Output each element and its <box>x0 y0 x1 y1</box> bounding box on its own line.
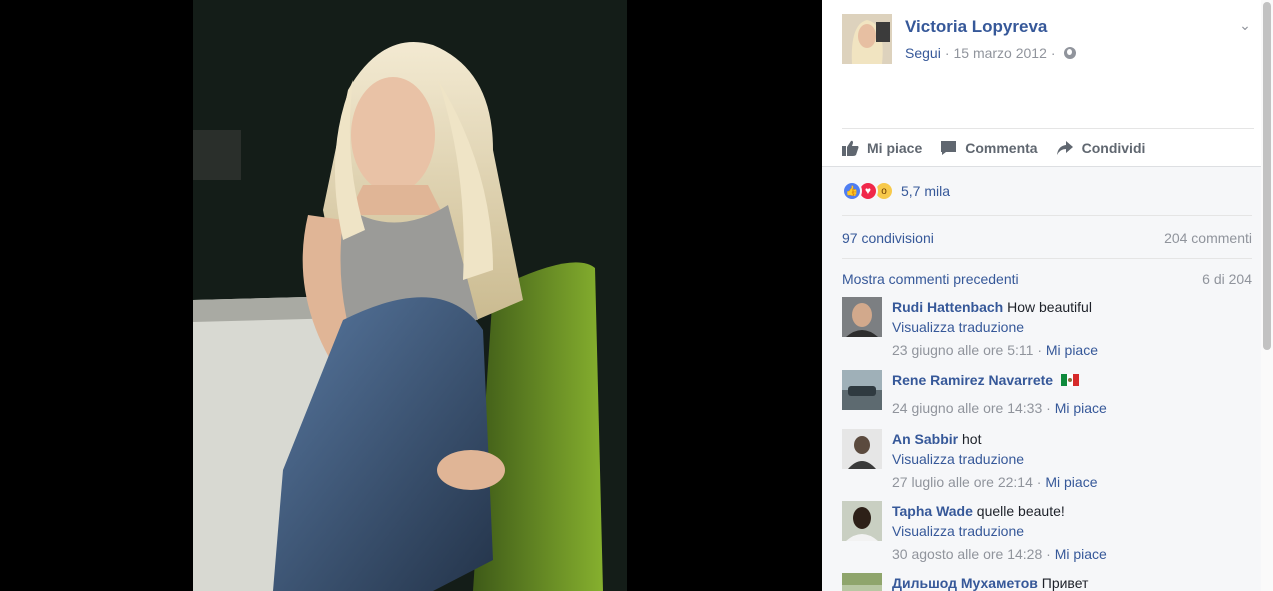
like-reaction-icon: 👍 <box>842 181 862 201</box>
comment-text: Привет <box>1041 575 1089 591</box>
thumbs-up-icon <box>842 140 859 156</box>
photo-viewer[interactable] <box>0 0 822 591</box>
comment-meta: 30 agosto alle ore 14:28 · Mi piace <box>892 544 1252 564</box>
reactions-summary[interactable]: 👍 ♥ o 5,7 mila <box>842 180 950 202</box>
share-label: Condividi <box>1081 140 1146 156</box>
commenter-avatar[interactable] <box>842 370 882 410</box>
divider <box>842 258 1252 259</box>
previous-comments-row: Mostra commenti precedenti 6 di 204 <box>842 271 1252 287</box>
meta-separator: · <box>1050 45 1056 61</box>
comments-pager: 6 di 204 <box>1202 271 1252 287</box>
scrollbar-thumb[interactable] <box>1263 2 1271 350</box>
post-meta: Segui · 15 marzo 2012 · <box>905 45 1076 61</box>
comment-label: Commenta <box>965 140 1038 156</box>
show-previous-comments-link[interactable]: Mostra commenti precedenti <box>842 271 1019 287</box>
avatar-picture <box>842 429 882 469</box>
like-label: Mi piace <box>867 140 923 156</box>
see-translation-link[interactable]: Visualizza traduzione <box>892 449 1252 469</box>
comment-text: How beautiful <box>1007 299 1092 315</box>
see-translation-link[interactable]: Visualizza traduzione <box>892 317 1252 337</box>
commenter-avatar[interactable] <box>842 573 882 591</box>
comment-icon <box>941 141 957 155</box>
commenter-name[interactable]: Tapha Wade <box>892 503 973 519</box>
comment-like-link[interactable]: Mi piace <box>1045 474 1097 490</box>
post-photo[interactable] <box>193 0 627 591</box>
share-button[interactable]: Condividi <box>1056 140 1146 156</box>
like-button[interactable]: Mi piace <box>842 140 922 156</box>
engagement-area: 👍 ♥ o 5,7 mila 97 condivisioni 204 comme… <box>822 166 1261 591</box>
post-stats: 97 condivisioni 204 commenti <box>842 230 1252 246</box>
commenter-name[interactable]: An Sabbir <box>892 431 958 447</box>
post-header: Victoria Lopyreva Segui · 15 marzo 2012 … <box>842 14 1254 66</box>
avatar-picture <box>842 370 882 410</box>
comment-meta: 27 luglio alle ore 22:14 · Mi piace <box>892 472 1252 492</box>
mexico-flag-icon <box>1060 374 1079 386</box>
divider <box>842 128 1254 129</box>
commenter-avatar[interactable] <box>842 297 882 337</box>
comment-time[interactable]: 30 agosto alle ore 14:28 <box>892 546 1042 562</box>
comment-like-link[interactable]: Mi piace <box>1046 342 1098 358</box>
commenter-name[interactable]: Дильшод Мухаметов <box>892 575 1038 591</box>
avatar-picture <box>842 297 882 337</box>
see-translation-link[interactable]: Visualizza traduzione <box>892 521 1252 541</box>
comment-time[interactable]: 23 giugno alle ore 5:11 <box>892 342 1033 358</box>
commenter-name[interactable]: Rudi Hattenbach <box>892 299 1003 315</box>
commenter-avatar[interactable] <box>842 501 882 541</box>
meta-separator: · <box>944 45 950 61</box>
share-arrow-icon <box>1056 141 1073 155</box>
post-date[interactable]: 15 marzo 2012 <box>953 45 1046 61</box>
comment-meta: 23 giugno alle ore 5:11 · Mi piace <box>892 340 1252 360</box>
avatar-picture <box>842 501 882 541</box>
post-panel: Victoria Lopyreva Segui · 15 marzo 2012 … <box>822 0 1273 591</box>
shares-count[interactable]: 97 condivisioni <box>842 230 934 246</box>
divider <box>842 215 1252 216</box>
meta-separator: · <box>1036 474 1042 490</box>
author-avatar[interactable] <box>842 14 892 64</box>
comment-meta: 24 giugno alle ore 14:33 · Mi piace <box>892 398 1252 418</box>
comment-time[interactable]: 27 luglio alle ore 22:14 <box>892 474 1033 490</box>
meta-separator: · <box>1046 546 1051 562</box>
comment-button[interactable]: Commenta <box>940 140 1038 156</box>
globe-icon[interactable] <box>1063 47 1076 59</box>
comment-text: hot <box>962 431 982 447</box>
post-actions: Mi piace Commenta Condividi <box>842 131 1254 165</box>
author-name[interactable]: Victoria Lopyreva <box>905 17 1047 37</box>
commenter-name[interactable]: Rene Ramirez Navarrete <box>892 372 1053 388</box>
comment-like-link[interactable]: Mi piace <box>1055 400 1107 416</box>
commenter-avatar[interactable] <box>842 429 882 469</box>
comment-text: quelle beaute! <box>976 503 1065 519</box>
follow-link[interactable]: Segui <box>905 45 941 61</box>
meta-separator: · <box>1046 400 1051 416</box>
avatar-picture <box>842 14 892 64</box>
meta-separator: · <box>1037 342 1042 358</box>
chevron-down-icon[interactable]: ⌄ <box>1236 16 1254 34</box>
photo-illustration <box>193 0 627 591</box>
comment-time[interactable]: 24 giugno alle ore 14:33 <box>892 400 1042 416</box>
comment-like-link[interactable]: Mi piace <box>1055 546 1107 562</box>
scrollbar[interactable] <box>1261 0 1273 591</box>
reactions-count[interactable]: 5,7 mila <box>901 183 950 199</box>
avatar-picture <box>842 573 882 591</box>
comments-count[interactable]: 204 commenti <box>1164 230 1252 246</box>
